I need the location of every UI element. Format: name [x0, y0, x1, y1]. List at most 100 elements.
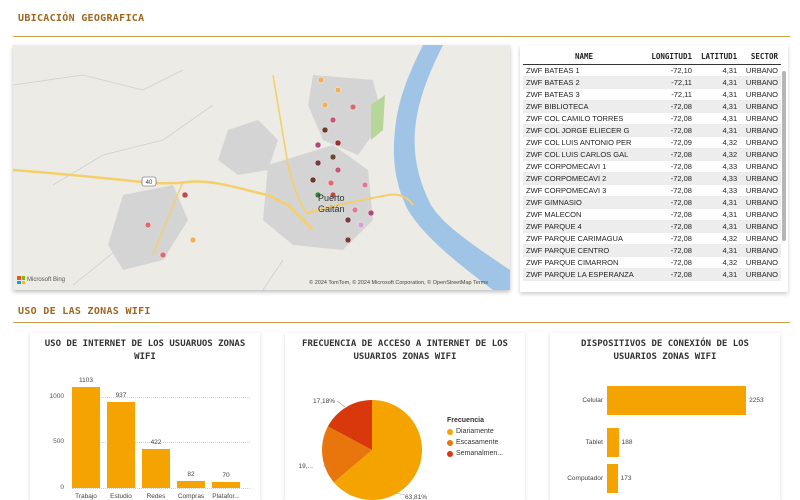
wifi-zone-marker-8[interactable] — [334, 139, 342, 147]
terrain-line — [13, 69, 184, 91]
table-row[interactable]: ZWF PARQUE CIMARRON -72,08 4,32 URBANO — [523, 256, 781, 269]
table-row[interactable]: ZWF GIMNASIO -72,08 4,31 URBANO — [523, 196, 781, 209]
column-header-name[interactable]: NAME — [523, 49, 645, 65]
table-row[interactable]: ZWF PARQUE CENTRO -72,08 4,31 URBANO — [523, 244, 781, 257]
cell-latitude: 4,32 — [694, 232, 741, 245]
wifi-zone-marker-22[interactable] — [181, 191, 189, 199]
table-row[interactable]: ZWF BATEAS 2 -72,11 4,31 URBANO — [523, 76, 781, 89]
cell-latitude: 4,31 — [694, 268, 741, 281]
cell-latitude: 4,32 — [694, 256, 741, 269]
cell-name: ZWF BATEAS 3 — [523, 88, 645, 101]
table-row[interactable]: ZWF COL JORGE ELIECER G -72,08 4,31 URBANO — [523, 124, 781, 137]
cell-longitude: -72,08 — [645, 112, 695, 125]
column-header-latitude[interactable]: LATITUD1 — [694, 49, 741, 65]
wifi-zone-marker-21[interactable] — [344, 236, 352, 244]
pie-slice-label: 63,81% — [405, 494, 427, 500]
cell-longitude: -72,08 — [645, 232, 695, 245]
cell-name: ZWF COL LUIS ANTONIO PER — [523, 136, 645, 149]
cell-sector: URBANO — [740, 232, 781, 245]
wifi-zone-marker-4[interactable] — [321, 101, 329, 109]
column-header-sector[interactable]: SECTOR — [740, 49, 781, 65]
wifi-zone-marker-west[interactable] — [159, 251, 167, 259]
bar-3[interactable] — [177, 480, 205, 488]
wifi-zone-marker-west[interactable] — [144, 221, 152, 229]
legend-item[interactable]: Semanalmen... — [447, 450, 503, 457]
table-row[interactable]: ZWF CORPOMECAVI 1 -72,08 4,33 URBANO — [523, 160, 781, 173]
table-row[interactable]: ZWF PARQUE 4 -72,08 4,31 URBANO — [523, 220, 781, 233]
table-row[interactable]: ZWF PARQUE LA ESPERANZA -72,08 4,31 URBANO — [523, 268, 781, 281]
cell-name: ZWF PARQUE CARIMAGUA — [523, 232, 645, 245]
bar-4[interactable] — [212, 481, 240, 488]
column-header-longitude[interactable]: LONGITUD1 — [645, 49, 695, 65]
cell-name: ZWF COL CAMILO TORRES — [523, 112, 645, 125]
cell-longitude: -72,08 — [645, 196, 695, 209]
table-row[interactable]: ZWF CORPOMECAVI 2 -72,08 4,33 URBANO — [523, 172, 781, 185]
wifi-zone-marker-16[interactable] — [361, 181, 369, 189]
river — [393, 45, 510, 290]
legend-item[interactable]: Escasamente — [447, 439, 503, 446]
bar-value-label: 1103 — [79, 377, 93, 385]
wifi-zone-marker-1[interactable] — [317, 76, 325, 84]
devices-chart-card[interactable]: DISPOSITIVOS DE CONEXIÓN DE LOS USUARIOS… — [550, 333, 780, 500]
cell-latitude: 4,31 — [694, 124, 741, 137]
cell-longitude: -72,10 — [645, 64, 695, 77]
table-row[interactable]: ZWF CORPOMECAVI 3 -72,08 4,33 URBANO — [523, 184, 781, 197]
bar-2[interactable] — [142, 449, 170, 488]
table-row[interactable]: ZWF BATEAS 1 -72,10 4,31 URBANO — [523, 64, 781, 77]
hbar-computador[interactable] — [607, 464, 618, 493]
cell-sector: URBANO — [740, 88, 781, 101]
bar-0[interactable] — [72, 387, 100, 488]
hbar-tablet[interactable] — [607, 428, 619, 457]
wifi-zone-marker-9[interactable] — [329, 153, 337, 161]
wifi-zone-marker-13[interactable] — [327, 179, 335, 187]
cell-longitude: -72,11 — [645, 76, 695, 89]
cell-name: ZWF PARQUE CENTRO — [523, 244, 645, 257]
wifi-zone-marker-7[interactable] — [314, 141, 322, 149]
wifi-zone-marker-20[interactable] — [357, 221, 365, 229]
table-row[interactable]: ZWF COL LUIS ANTONIO PER -72,09 4,32 URBANO — [523, 136, 781, 149]
cell-longitude: -72,08 — [645, 172, 695, 185]
frequency-legend: Frecuencia Diariamente Escasamente Semanal… — [447, 417, 503, 457]
cell-latitude: 4,31 — [694, 196, 741, 209]
wifi-zone-marker-11[interactable] — [334, 166, 342, 174]
wifi-zone-marker-6[interactable] — [321, 126, 329, 134]
wifi-zone-marker-17[interactable] — [351, 206, 359, 214]
internet-use-chart-card[interactable]: USO DE INTERNET DE LOS USUARUOS ZONAS WI… — [30, 333, 260, 500]
table-row[interactable]: ZWF BATEAS 3 -72,11 4,31 URBANO — [523, 88, 781, 101]
wifi-zone-marker-3[interactable] — [349, 103, 357, 111]
legend-label: Escasamente — [456, 439, 499, 446]
table-row[interactable]: ZWF COL LUIS CARLOS GAL -72,08 4,32 URBANO — [523, 148, 781, 161]
y-tick-label: 500 — [53, 438, 64, 446]
table-row[interactable]: ZWF BIBLIOTECA -72,08 4,31 URBANO — [523, 100, 781, 113]
y-category-label: Computador — [567, 474, 603, 482]
legend-dot-icon — [447, 439, 453, 446]
microsoft-logo-icon — [17, 276, 25, 284]
frequency-chart-card[interactable]: FRECUENCIA DE ACCESO A INTERNET DE LOS U… — [285, 333, 525, 500]
legend-item[interactable]: Diariamente — [447, 428, 503, 435]
bar-1[interactable] — [107, 402, 135, 488]
map-credit[interactable]: © 2024 TomTom, © 2024 Microsoft Corporat… — [309, 280, 488, 286]
map-visual[interactable]: 40 Puerto Gaitán Microsoft Bing © 2024 T… — [13, 45, 510, 290]
table-scrollbar[interactable] — [782, 71, 786, 241]
map-canvas[interactable]: 40 — [13, 45, 510, 290]
cell-sector: URBANO — [740, 244, 781, 257]
cell-name: ZWF COL JORGE ELIECER G — [523, 124, 645, 137]
cell-sector: URBANO — [740, 220, 781, 233]
table-row[interactable]: ZWF MALECON -72,08 4,31 URBANO — [523, 208, 781, 221]
wifi-zone-marker-5[interactable] — [329, 116, 337, 124]
cell-sector: URBANO — [740, 196, 781, 209]
wifi-zone-marker-west[interactable] — [189, 236, 197, 244]
wifi-zone-marker-2[interactable] — [334, 86, 342, 94]
wifi-zone-marker-19[interactable] — [344, 216, 352, 224]
cell-name: ZWF COL LUIS CARLOS GAL — [523, 148, 645, 161]
x-category-label: Redes — [146, 493, 166, 500]
wifi-zones-table[interactable]: NAME LONGITUD1 LATITUD1 SECTOR ZWF BATEA… — [520, 45, 788, 292]
wifi-zone-marker-18[interactable] — [367, 209, 375, 217]
internet-use-chart-title: USO DE INTERNET DE LOS USUARUOS ZONAS WI… — [44, 339, 246, 362]
wifi-zone-marker-10[interactable] — [314, 159, 322, 167]
table-row[interactable]: ZWF PARQUE CARIMAGUA -72,08 4,32 URBANO — [523, 232, 781, 245]
cell-longitude: -72,08 — [645, 220, 695, 233]
wifi-zone-marker-12[interactable] — [309, 176, 317, 184]
table-row[interactable]: ZWF COL CAMILO TORRES -72,08 4,31 URBANO — [523, 112, 781, 125]
hbar-celular[interactable] — [607, 386, 747, 415]
